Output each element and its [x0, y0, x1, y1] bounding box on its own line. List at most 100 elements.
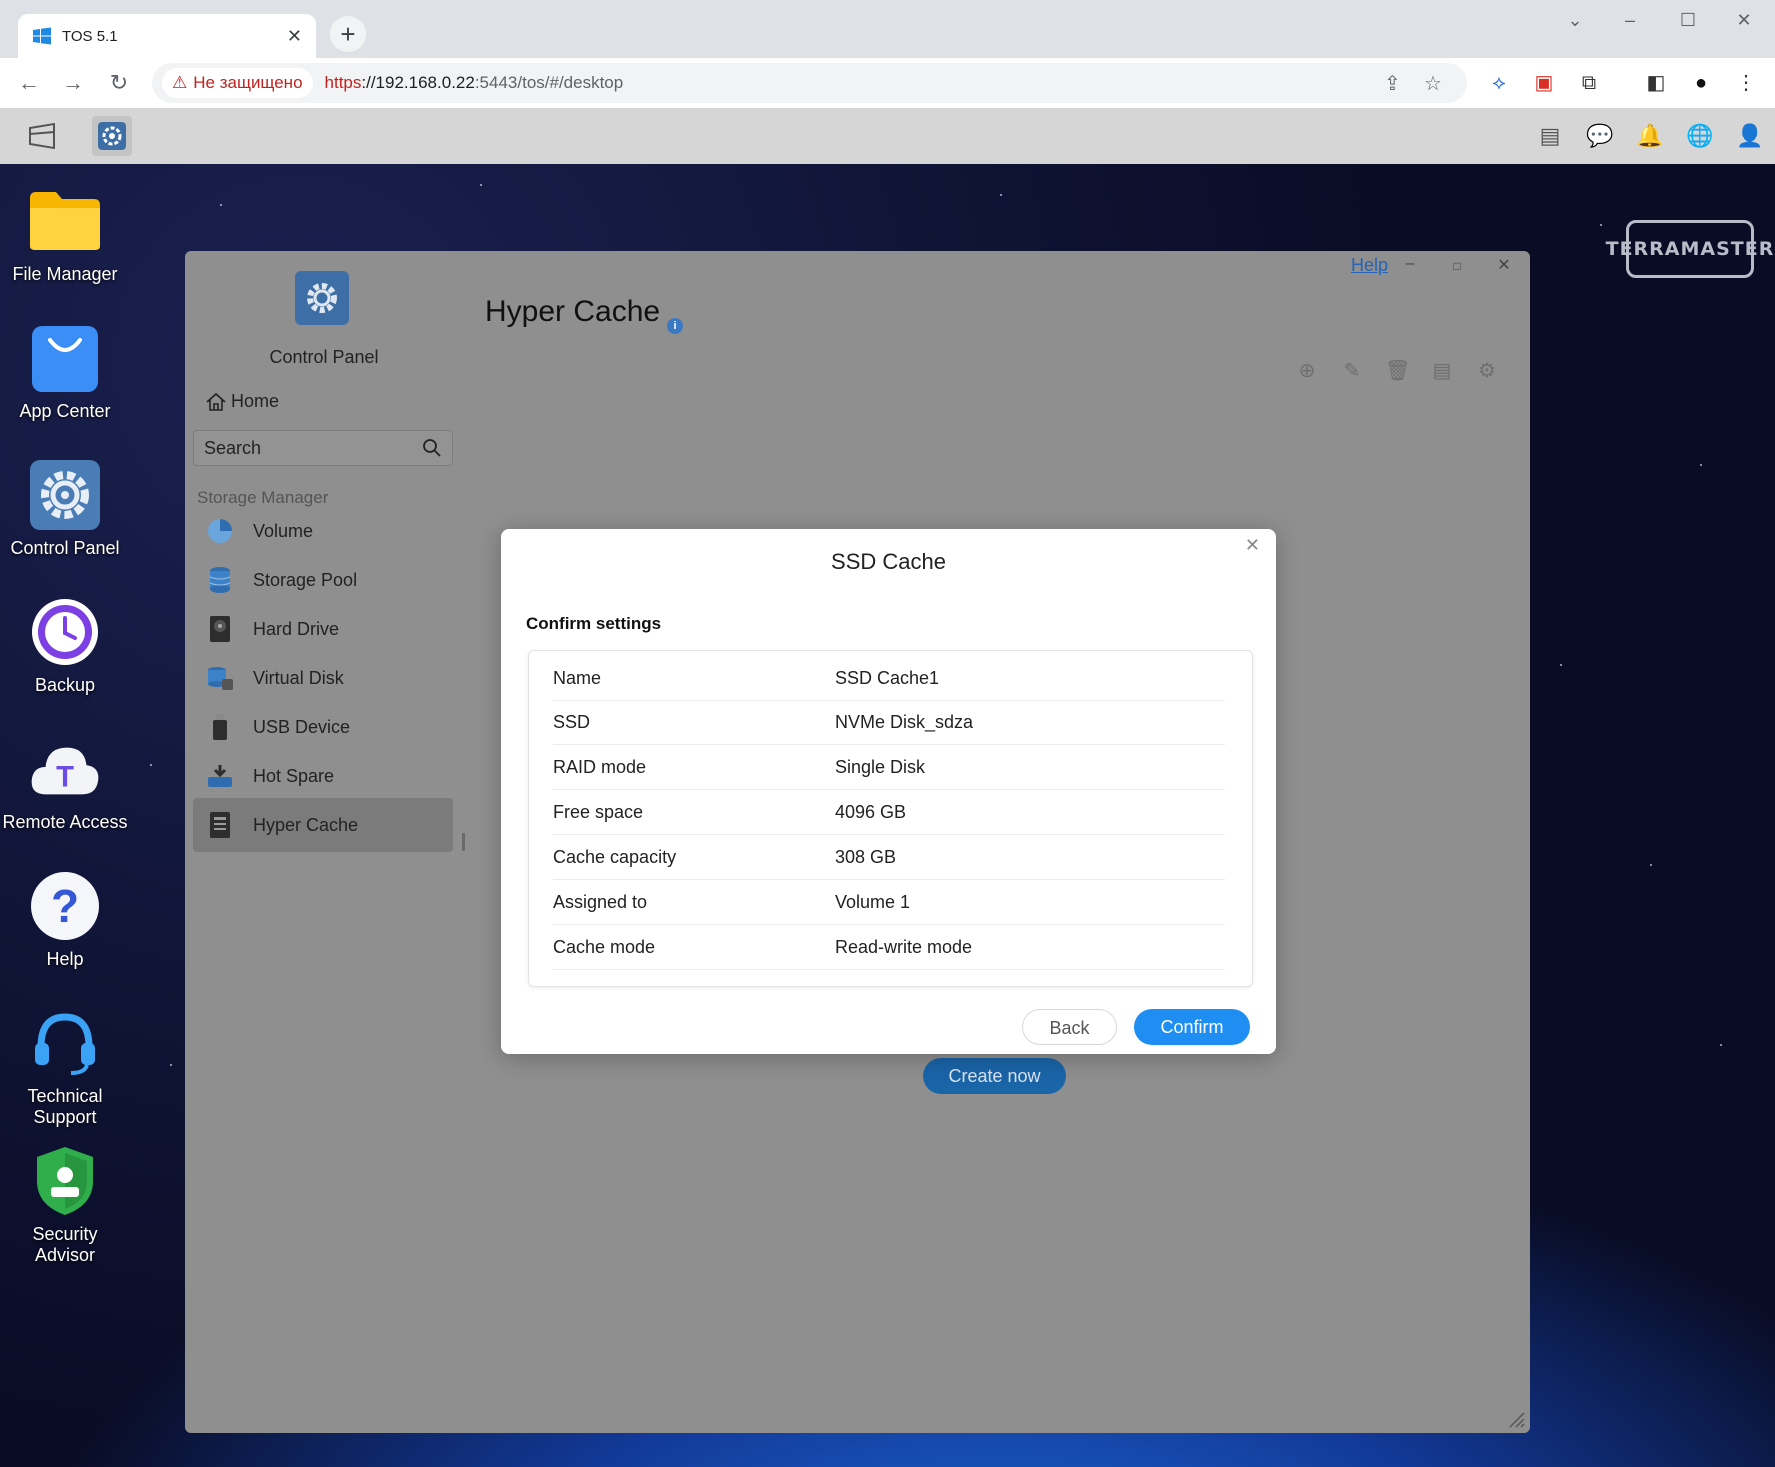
search-input[interactable]: Search	[193, 430, 453, 466]
sidebar-item-hard-drive[interactable]: Hard Drive	[193, 602, 453, 656]
sidebar-item-virtual-disk[interactable]: Virtual Disk	[193, 651, 453, 705]
settings-gear-icon[interactable]: ⚙	[1475, 359, 1499, 383]
delete-icon[interactable]: 🗑	[1385, 359, 1410, 383]
show-desktop-icon[interactable]	[22, 116, 62, 156]
language-globe-icon[interactable]: 🌐	[1686, 122, 1714, 150]
acrobat-extension-icon[interactable]: ⟡	[1486, 70, 1512, 96]
star	[1720, 1044, 1722, 1046]
back-arrow-icon[interactable]: ←	[14, 68, 44, 98]
star	[1700, 464, 1702, 466]
security-label: Не защищено	[193, 73, 303, 92]
settings-row: RAID mode Single Disk	[553, 746, 1225, 790]
resource-monitor-icon[interactable]: ▤	[1536, 122, 1564, 150]
hard-drive-icon	[205, 614, 235, 644]
control-panel-sidebar: Control Panel Home Search Storage Manage…	[185, 251, 465, 1433]
window-close-icon[interactable]: ✕	[1494, 255, 1514, 275]
question-mark-icon: ?	[28, 869, 102, 943]
sidebar-item-hyper-cache[interactable]: Hyper Cache	[193, 798, 453, 852]
clock-backup-icon	[28, 595, 102, 669]
add-icon[interactable]: ⊕	[1295, 359, 1319, 383]
desktop-icon-app-center[interactable]: App Center	[0, 321, 130, 422]
messages-icon[interactable]: 💬	[1586, 122, 1614, 150]
cache-details-icon[interactable]: ▤	[1430, 359, 1454, 383]
sidebar-scrollbar[interactable]	[462, 833, 465, 851]
tos-taskbar: ▤ 💬 🔔 🌐 👤	[0, 108, 1775, 165]
desktop-icon-security-advisor[interactable]: Security Advisor	[0, 1144, 130, 1266]
close-window-icon[interactable]: ✕	[1724, 10, 1764, 31]
sidebar-item-label: Hard Drive	[253, 618, 340, 639]
home-link[interactable]: Home	[205, 391, 279, 412]
desktop-icon-help[interactable]: ? Help	[0, 869, 130, 970]
taskbar-control-panel-icon[interactable]	[92, 116, 132, 156]
desktop-icon-technical-support[interactable]: Technical Support	[0, 1006, 130, 1128]
desktop-icon-label: Security Advisor	[32, 1224, 98, 1265]
user-account-icon[interactable]: 👤	[1736, 122, 1764, 150]
browser-tab[interactable]: TOS 5.1 ✕	[18, 14, 316, 58]
help-link[interactable]: Help	[1351, 255, 1388, 276]
desktop-icon-backup[interactable]: Backup	[0, 595, 130, 696]
svg-text:?: ?	[51, 880, 79, 932]
new-tab-button[interactable]: +	[330, 16, 366, 52]
search-icon[interactable]	[422, 438, 442, 458]
window-minimize-icon[interactable]: –	[1400, 255, 1420, 273]
resize-grip-icon[interactable]	[1508, 1411, 1526, 1429]
url-text[interactable]: https://192.168.0.22:5443/tos/#/desktop	[325, 73, 624, 93]
star	[1000, 194, 1002, 196]
star	[1560, 664, 1562, 666]
windows-favicon-icon	[33, 27, 51, 45]
sidebar-item-volume[interactable]: Volume	[193, 504, 453, 558]
dialog-title: SSD Cache	[831, 549, 946, 574]
video-extension-icon[interactable]: ▣	[1531, 70, 1557, 96]
address-bar[interactable]: ⚠ Не защищено https://192.168.0.22:5443/…	[152, 63, 1467, 103]
terramaster-logo: TERRAMASTER	[1606, 220, 1773, 278]
window-maximize-icon[interactable]: □	[1447, 259, 1467, 273]
settings-row: Cache capacity 308 GB	[553, 836, 1225, 880]
reload-icon[interactable]: ↻	[104, 68, 134, 98]
edit-icon[interactable]: ✎	[1340, 359, 1364, 383]
info-icon[interactable]: i	[667, 318, 683, 334]
extensions-puzzle-icon[interactable]: ⧉	[1576, 70, 1602, 96]
sidebar-item-usb-device[interactable]: USB Device	[193, 700, 453, 754]
setting-key: Assigned to	[553, 892, 648, 912]
hot-spare-icon	[205, 761, 235, 791]
setting-value: Volume 1	[835, 892, 911, 912]
security-indicator[interactable]: ⚠ Не защищено	[162, 68, 313, 98]
dialog-close-icon[interactable]: ✕	[1245, 535, 1260, 556]
tab-search-icon[interactable]: ⌄	[1555, 10, 1595, 31]
bookmark-star-icon[interactable]: ☆	[1424, 71, 1442, 96]
side-panel-icon[interactable]: ◧	[1643, 70, 1669, 96]
share-icon[interactable]: ⇪	[1384, 71, 1401, 96]
setting-value: Single Disk	[835, 757, 926, 777]
desktop-icon-control-panel[interactable]: Control Panel	[0, 458, 130, 559]
search-placeholder: Search	[204, 437, 262, 458]
star	[480, 184, 482, 186]
setting-key: Free space	[553, 802, 644, 822]
notifications-bell-icon[interactable]: 🔔	[1636, 122, 1664, 150]
desktop-icon-label: File Manager	[12, 264, 118, 284]
browser-chrome: TOS 5.1 ✕ + ⌄ – ☐ ✕ ← → ↻ ⚠ Не защищено …	[0, 0, 1775, 108]
settings-row: SSD NVMe Disk_sdza	[553, 701, 1225, 745]
star	[150, 764, 152, 766]
desktop-icon-label: Technical Support	[27, 1086, 103, 1127]
tab-close-icon[interactable]: ✕	[287, 26, 302, 47]
desktop-icon-file-manager[interactable]: File Manager	[0, 184, 130, 285]
url-path: :5443/tos/#/desktop	[474, 73, 624, 92]
desktop-icon-remote-access[interactable]: T Remote Access	[0, 732, 130, 833]
profile-avatar-icon[interactable]: ●	[1688, 70, 1714, 96]
forward-arrow-icon[interactable]: →	[58, 68, 88, 98]
browser-menu-icon[interactable]: ⋮	[1733, 70, 1759, 96]
back-button[interactable]: Back	[1022, 1009, 1117, 1045]
home-label: Home	[231, 391, 280, 411]
page-title: Hyper Cache	[485, 295, 661, 328]
url-host: ://192.168.0.22	[361, 73, 475, 92]
settings-row: Name SSD Cache1	[553, 657, 1225, 701]
sidebar-item-storage-pool[interactable]: Storage Pool	[193, 553, 453, 607]
minimize-window-icon[interactable]: –	[1610, 10, 1650, 31]
confirm-button[interactable]: Confirm	[1134, 1009, 1250, 1045]
maximize-window-icon[interactable]: ☐	[1668, 10, 1708, 31]
settings-row: Cache mode Read-write mode	[553, 926, 1225, 970]
setting-key: Name	[553, 668, 602, 688]
control-panel-gear-icon	[295, 271, 349, 325]
create-now-button[interactable]: Create now	[923, 1058, 1066, 1094]
sidebar-item-hot-spare[interactable]: Hot Spare	[193, 749, 453, 803]
